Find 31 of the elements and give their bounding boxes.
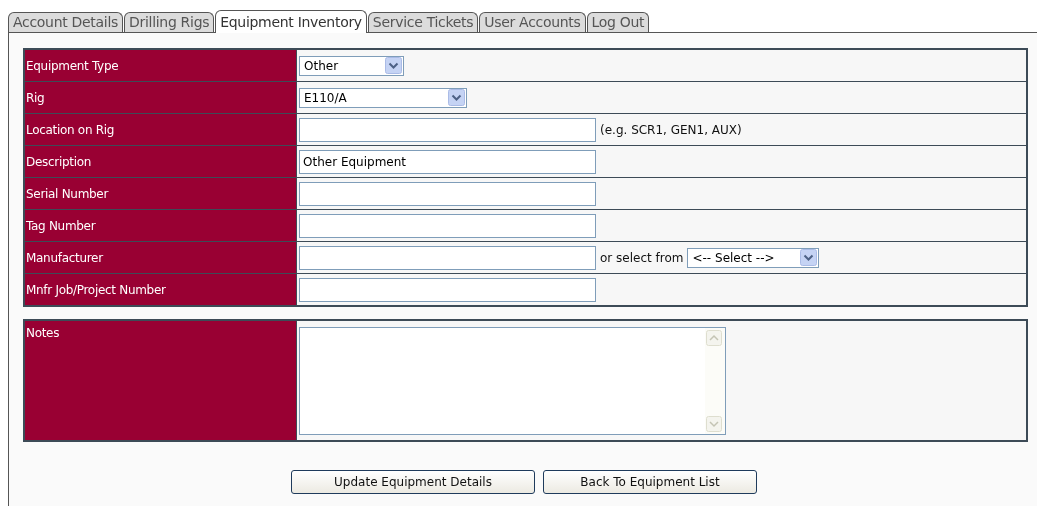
tab[interactable]: Account Details <box>8 12 123 32</box>
text-field[interactable]: Other Equipment <box>299 149 596 174</box>
tab[interactable]: Drilling Rigs <box>124 12 215 32</box>
field-label: Notes <box>24 320 297 441</box>
action-button[interactable]: Update Equipment Details <box>291 470 535 494</box>
field-label: Equipment Type <box>24 49 297 82</box>
tab[interactable]: Service Tickets <box>367 12 479 32</box>
text-field[interactable] <box>299 117 596 142</box>
hint-text: (e.g. SCR1, GEN1, AUX) <box>600 122 742 137</box>
dropdown[interactable]: Other <box>299 55 404 76</box>
dropdown[interactable]: E110/A <box>299 87 467 108</box>
text-field[interactable] <box>299 245 596 270</box>
field-label: Description <box>24 145 297 178</box>
scroll-up-icon <box>706 329 722 346</box>
field-label: Tag Number <box>24 209 297 242</box>
tab[interactable]: Log Out <box>586 12 650 32</box>
text-field[interactable] <box>299 277 596 302</box>
scroll-down-icon <box>706 415 722 432</box>
dropdown[interactable]: <-- Select --> <box>687 247 820 268</box>
tab[interactable]: Equipment Inventory <box>215 10 367 33</box>
tab[interactable]: User Accounts <box>479 12 586 32</box>
text-field[interactable] <box>299 213 596 238</box>
notes-textarea[interactable] <box>299 326 726 435</box>
or-label: or select from <box>600 250 684 265</box>
field-label: Serial Number <box>24 177 297 210</box>
text-field[interactable] <box>299 181 596 206</box>
field-label: Mnfr Job/Project Number <box>24 273 297 306</box>
field-label: Manufacturer <box>24 241 297 274</box>
action-button[interactable]: Back To Equipment List <box>543 470 757 494</box>
field-label: Location on Rig <box>24 113 297 146</box>
field-label: Rig <box>24 81 297 114</box>
